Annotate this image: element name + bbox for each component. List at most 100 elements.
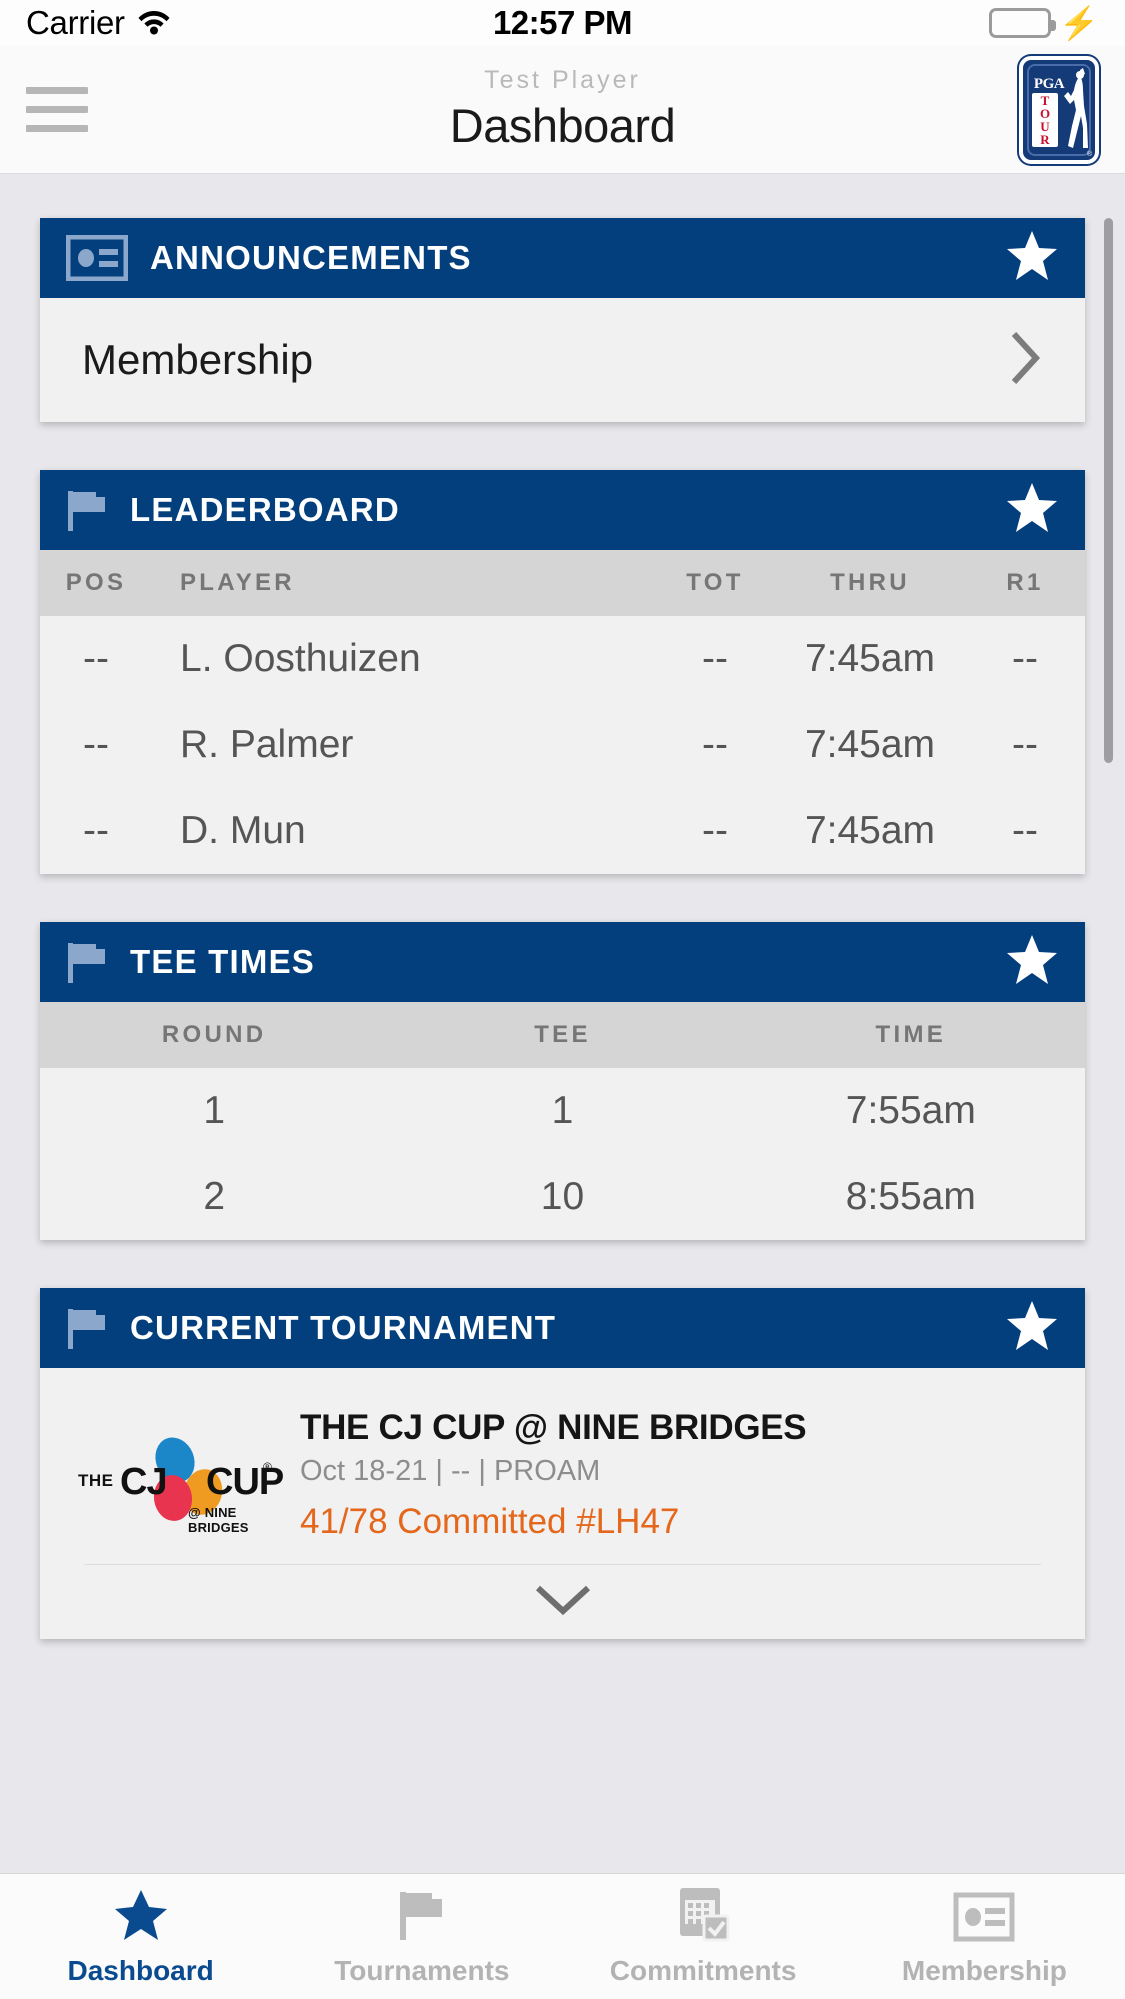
app-header: Test Player Dashboard PGA TOUR ® <box>0 46 1125 174</box>
column-header-time: TIME <box>875 1021 947 1048</box>
announcements-card-header: ANNOUNCEMENTS <box>40 218 1085 298</box>
cell-tee: 1 <box>551 1089 574 1132</box>
leaderboard-card: LEADERBOARD POS PLAYER TOT THRU R1 -- L.… <box>40 470 1085 874</box>
leaderboard-card-header: LEADERBOARD <box>40 470 1085 550</box>
page-title: Dashboard <box>449 99 676 152</box>
tournament-meta: Oct 18-21 | -- | PROAM <box>300 1455 601 1487</box>
cj-cup-logo: THE CJ CUP ® @ NINE BRIDGES <box>78 1427 284 1535</box>
tab-dashboard[interactable]: Dashboard <box>0 1874 281 1999</box>
column-header-tee: TEE <box>534 1021 591 1048</box>
cj-logo-the: THE <box>78 1471 114 1490</box>
tournament-info: THE CJ CUP @ NINE BRIDGES Oct 18-21 | --… <box>288 1408 1057 1542</box>
leaderboard-card-title: LEADERBOARD <box>130 491 400 528</box>
golf-flag-icon <box>66 1305 108 1351</box>
leaderboard-table-header: POS PLAYER TOT THRU R1 <box>40 550 1085 616</box>
current-tournament-card: CURRENT TOURNAMENT THE CJ CUP ® @ NINE B… <box>40 1288 1085 1639</box>
hamburger-menu-icon[interactable] <box>26 87 88 132</box>
current-tournament-card-header: CURRENT TOURNAMENT <box>40 1288 1085 1368</box>
golf-flag-icon <box>66 939 108 985</box>
vertical-scrollbar[interactable] <box>1104 218 1113 763</box>
cell-pos: -- <box>83 723 109 766</box>
calendar-check-icon <box>675 1886 731 1942</box>
star-filled-icon <box>113 1886 169 1942</box>
cell-player: R. Palmer <box>180 723 354 766</box>
dashboard-scroll-area[interactable]: ANNOUNCEMENTS Membership LEADERBOARD POS… <box>0 174 1125 1873</box>
chevron-down-icon <box>534 1583 592 1622</box>
column-header-tot: TOT <box>686 569 744 596</box>
column-header-thru: THRU <box>830 569 910 596</box>
tab-tournaments[interactable]: Tournaments <box>281 1874 562 1999</box>
cell-tot: -- <box>702 637 728 680</box>
cell-time: 7:55am <box>845 1089 976 1132</box>
cell-round: 1 <box>203 1089 226 1132</box>
tab-commitments[interactable]: Commitments <box>563 1874 844 1999</box>
cell-time: 8:55am <box>845 1175 976 1218</box>
cell-pos: -- <box>83 637 109 680</box>
bottom-tab-bar: Dashboard Tournaments Commitments Member… <box>0 1873 1125 1999</box>
tournament-logo-wrap: THE CJ CUP ® @ NINE BRIDGES <box>68 1427 288 1535</box>
column-header-player: PLAYER <box>180 569 295 596</box>
cell-r1: -- <box>1012 637 1038 680</box>
tee-times-table-header: ROUND TEE TIME <box>40 1002 1085 1068</box>
cj-logo-cj: CJ <box>120 1461 168 1503</box>
cell-player: L. Oosthuizen <box>180 637 421 680</box>
golf-flag-icon <box>66 487 108 533</box>
announcement-row-membership[interactable]: Membership <box>40 298 1085 422</box>
announcements-card: ANNOUNCEMENTS Membership <box>40 218 1085 422</box>
cell-pos: -- <box>83 809 109 852</box>
cj-logo-venue: @ NINE BRIDGES <box>188 1505 249 1535</box>
expand-tournament-button[interactable] <box>40 1565 1085 1639</box>
tab-label-membership: Membership <box>901 1955 1067 1986</box>
tab-label-commitments: Commitments <box>609 1955 797 1986</box>
tee-times-card: TEE TIMES ROUND TEE TIME 1 1 7:55am 2 10… <box>40 922 1085 1240</box>
cell-thru: 7:45am <box>804 637 936 680</box>
table-row[interactable]: 2 10 8:55am <box>40 1154 1085 1240</box>
cell-thru: 7:45am <box>804 809 936 852</box>
pga-logo-registered: ® <box>1086 150 1092 158</box>
lightning-bolt-icon: ⚡ <box>1059 5 1099 41</box>
header-titles: Test Player Dashboard <box>0 46 1125 173</box>
announcement-label: Membership <box>82 336 314 383</box>
cell-tee: 10 <box>540 1175 585 1218</box>
current-tournament-card-title: CURRENT TOURNAMENT <box>130 1309 557 1346</box>
cell-tot: -- <box>702 809 728 852</box>
status-bar: Carrier 12:57 PM ⚡ <box>0 0 1125 46</box>
battery-icon <box>989 8 1057 38</box>
status-bar-right: ⚡ <box>989 7 1099 39</box>
chevron-right-icon <box>1009 330 1043 391</box>
tab-label-tournaments: Tournaments <box>334 1955 510 1986</box>
favorite-star-icon-current-tournament[interactable] <box>1005 1300 1059 1357</box>
cj-logo-registered: ® <box>263 1460 272 1474</box>
table-row[interactable]: 1 1 7:55am <box>40 1068 1085 1154</box>
cell-thru: 7:45am <box>804 723 936 766</box>
id-card-icon <box>953 1886 1015 1942</box>
tee-times-card-header: TEE TIMES <box>40 922 1085 1002</box>
tournament-commitment: 41/78 Committed #LH47 <box>300 1502 680 1541</box>
golf-flag-icon <box>396 1886 448 1942</box>
column-header-pos: POS <box>65 569 127 596</box>
table-row[interactable]: -- D. Mun -- 7:45am -- <box>40 788 1085 874</box>
tab-membership[interactable]: Membership <box>844 1874 1125 1999</box>
favorite-star-icon-announcements[interactable] <box>1005 230 1059 287</box>
favorite-star-icon-leaderboard[interactable] <box>1005 482 1059 539</box>
tee-times-card-title: TEE TIMES <box>130 943 315 980</box>
tournament-name: THE CJ CUP @ NINE BRIDGES <box>300 1408 807 1447</box>
cell-r1: -- <box>1012 723 1038 766</box>
cell-round: 2 <box>203 1175 226 1218</box>
golfer-silhouette-icon <box>1064 67 1088 148</box>
tab-label-dashboard: Dashboard <box>67 1955 214 1986</box>
id-card-icon <box>66 235 128 281</box>
column-header-round: ROUND <box>161 1021 267 1048</box>
announcements-card-title: ANNOUNCEMENTS <box>150 239 472 276</box>
status-bar-clock: 12:57 PM <box>492 4 633 41</box>
pga-tour-logo: PGA TOUR ® <box>1019 55 1099 164</box>
column-header-r1: R1 <box>1006 569 1044 596</box>
cell-player: D. Mun <box>180 809 306 852</box>
favorite-star-icon-tee-times[interactable] <box>1005 934 1059 991</box>
table-row[interactable]: -- L. Oosthuizen -- 7:45am -- <box>40 616 1085 702</box>
header-subtitle: Test Player <box>484 66 641 94</box>
cell-r1: -- <box>1012 809 1038 852</box>
table-row[interactable]: -- R. Palmer -- 7:45am -- <box>40 702 1085 788</box>
cell-tot: -- <box>702 723 728 766</box>
tournament-summary[interactable]: THE CJ CUP ® @ NINE BRIDGES THE CJ CUP @… <box>40 1368 1085 1564</box>
